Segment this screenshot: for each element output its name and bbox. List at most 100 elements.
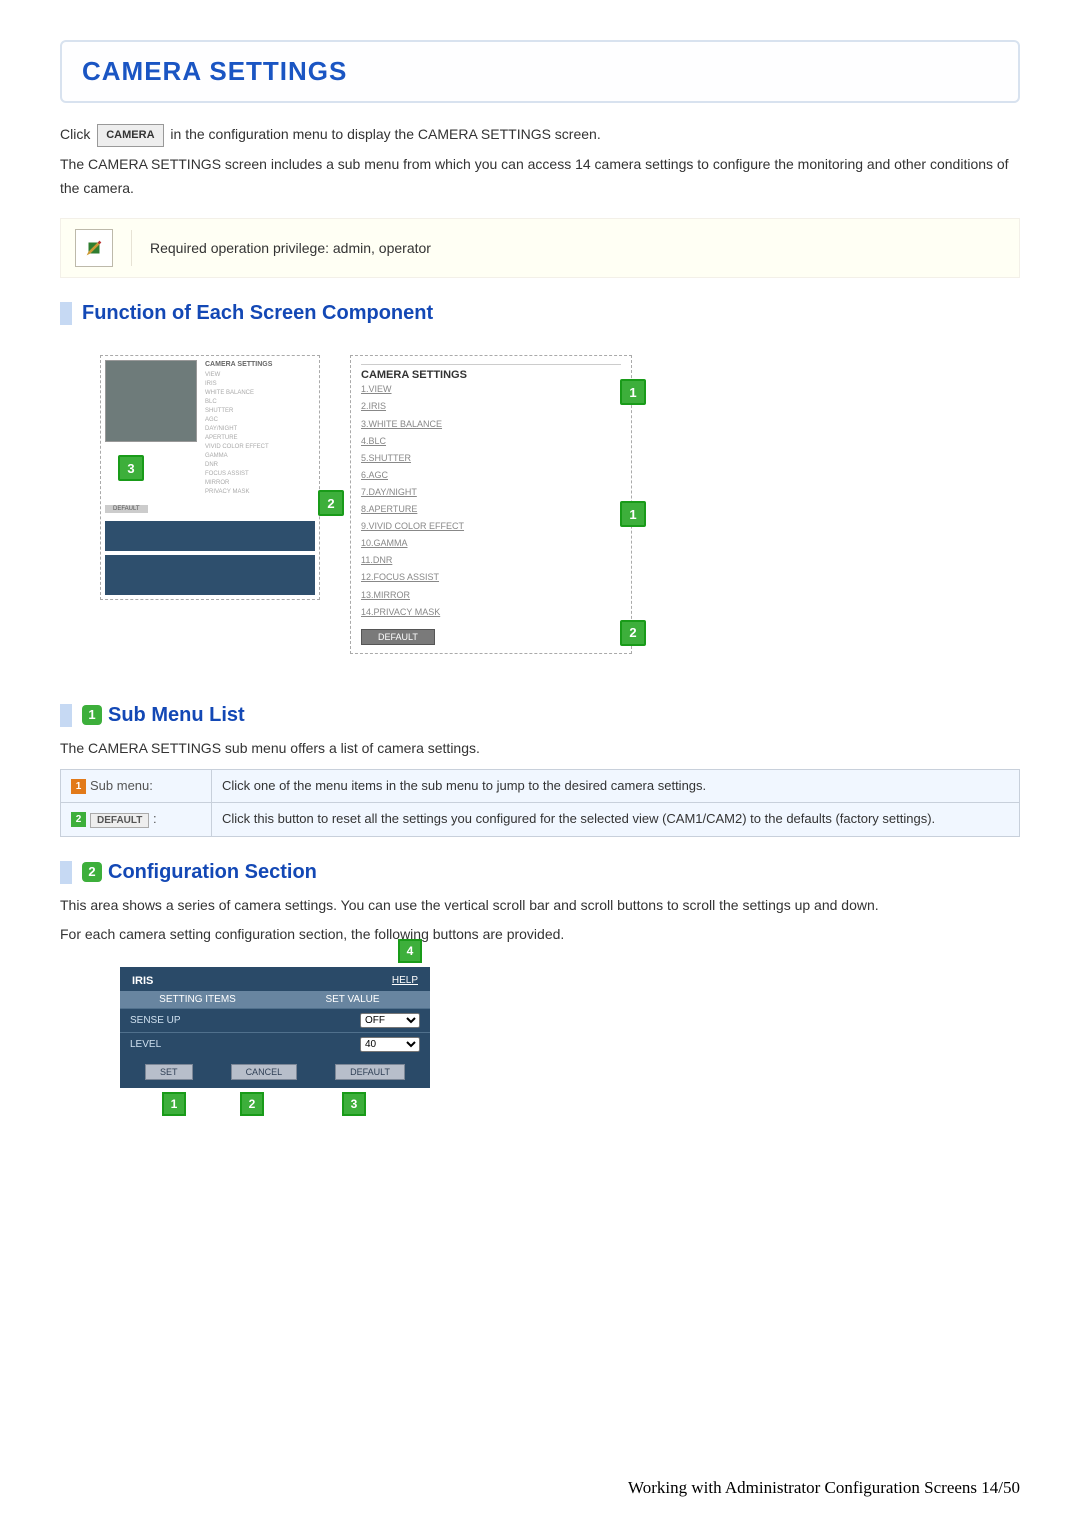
mock-left-item: MIRROR xyxy=(205,480,229,486)
mock-left-item: DNR xyxy=(205,462,218,468)
iris-level-select[interactable]: 40 xyxy=(360,1037,420,1052)
mock-list-item[interactable]: 4.BLC xyxy=(361,433,621,450)
iris-buttons-row: SET CANCEL DEFAULT xyxy=(120,1056,430,1088)
section-config-heading: 2 Configuration Section xyxy=(82,861,1020,884)
iris-col-set-value: SET VALUE xyxy=(275,991,430,1008)
intro-click-suffix: in the configuration menu to display the… xyxy=(170,126,600,142)
mock-submenu-list: CAMERA SETTINGS 1.VIEW 2.IRIS 3.WHITE BA… xyxy=(350,355,632,653)
callout-3: 3 xyxy=(118,455,144,481)
iris-help-link[interactable]: HELP xyxy=(392,975,418,987)
iris-row-senseup: SENSE UP OFF xyxy=(120,1008,430,1032)
section-function-heading: Function of Each Screen Component xyxy=(82,302,1020,325)
submenu-row1-label: Sub menu: xyxy=(90,778,153,793)
mock-left-item: AGC xyxy=(205,417,218,423)
note-icon xyxy=(75,229,113,267)
mock-list-item[interactable]: 10.GAMMA xyxy=(361,535,621,552)
mock-list-item[interactable]: 11.DNR xyxy=(361,552,621,569)
mock-left-default-button[interactable]: DEFAULT xyxy=(105,505,148,513)
intro-click-prefix: Click xyxy=(60,126,90,142)
submenu-row2-text: Click this button to reset all the setti… xyxy=(212,802,1020,836)
mock-list-item[interactable]: 5.SHUTTER xyxy=(361,450,621,467)
row-mini-num-1: 1 xyxy=(71,779,86,794)
mock-left-item: VIEW xyxy=(205,372,220,378)
intro-line-2: The CAMERA SETTINGS screen includes a su… xyxy=(60,153,1020,201)
mock-list-item[interactable]: 14.PRIVACY MASK xyxy=(361,604,621,621)
config-badge: 2 xyxy=(82,862,102,882)
iris-col-setting-items: SETTING ITEMS xyxy=(120,991,275,1008)
page-title-box: CAMERA SETTINGS xyxy=(60,40,1020,103)
mock-left-menu-title: CAMERA SETTINGS xyxy=(205,360,315,371)
camera-button-inline[interactable]: CAMERA xyxy=(97,124,163,147)
submenu-desc: The CAMERA SETTINGS sub menu offers a li… xyxy=(60,737,1020,761)
mock-list-item[interactable]: 6.AGC xyxy=(361,467,621,484)
iris-callout-4: 4 xyxy=(398,939,422,963)
mock-left-item: APERTURE xyxy=(205,435,238,441)
mock-list-item[interactable]: 9.VIVID COLOR EFFECT xyxy=(361,518,621,535)
mock-left-item: BLC xyxy=(205,399,217,405)
section-submenu-heading: 1 Sub Menu List xyxy=(82,704,1020,727)
note-box: Required operation privilege: admin, ope… xyxy=(60,218,1020,278)
diagram-left: CAMERA SETTINGS VIEW IRIS WHITE BALANCE … xyxy=(100,355,320,653)
iris-cancel-button[interactable]: CANCEL xyxy=(231,1064,298,1080)
submenu-row2-colon: : xyxy=(153,811,157,826)
iris-head: IRIS HELP xyxy=(120,967,430,991)
mock-left-item: WHITE BALANCE xyxy=(205,390,254,396)
section-config-heading-bar: 2 Configuration Section xyxy=(60,861,1020,884)
submenu-table: 1 Sub menu: Click one of the menu items i… xyxy=(60,769,1020,837)
mock-list-item[interactable]: 2.IRIS xyxy=(361,398,621,415)
mock-list-item[interactable]: 7.DAY/NIGHT xyxy=(361,484,621,501)
mock-list-item[interactable]: 12.FOCUS ASSIST xyxy=(361,569,621,586)
iris-callout-3: 3 xyxy=(342,1092,366,1116)
mock-camera-preview xyxy=(105,360,197,442)
mock-left-item: VIVID COLOR EFFECT xyxy=(205,444,269,450)
config-desc-2: For each camera setting configuration se… xyxy=(60,923,1020,947)
iris-title: IRIS xyxy=(132,975,153,987)
mock-list-item[interactable]: 8.APERTURE xyxy=(361,501,621,518)
mock-right-default-button[interactable]: DEFAULT xyxy=(361,629,435,645)
submenu-row2-default-btn[interactable]: DEFAULT xyxy=(90,813,149,828)
config-heading-text: Configuration Section xyxy=(108,861,317,883)
iris-callout-2: 2 xyxy=(240,1092,264,1116)
diagram-right: CAMERA SETTINGS 1.VIEW 2.IRIS 3.WHITE BA… xyxy=(350,355,632,653)
mock-list-item[interactable]: 13.MIRROR xyxy=(361,587,621,604)
callout-2b: 2 xyxy=(620,620,646,646)
row-mini-num-2: 2 xyxy=(71,812,86,827)
iris-panel: IRIS HELP SETTING ITEMS SET VALUE SENSE … xyxy=(120,967,430,1088)
iris-senseup-label: SENSE UP xyxy=(130,1015,360,1026)
section-submenu-heading-bar: 1 Sub Menu List xyxy=(60,704,1020,727)
iris-set-button[interactable]: SET xyxy=(145,1064,193,1080)
mock-left-item: PRIVACY MASK xyxy=(205,489,249,495)
mock-config-panel-2 xyxy=(105,555,315,595)
mock-list-item[interactable]: 1.VIEW xyxy=(361,381,621,398)
iris-senseup-select[interactable]: OFF xyxy=(360,1013,420,1028)
section-function-heading-bar: Function of Each Screen Component xyxy=(60,302,1020,325)
submenu-badge: 1 xyxy=(82,705,102,725)
mock-left-menu: CAMERA SETTINGS VIEW IRIS WHITE BALANCE … xyxy=(201,360,315,497)
iris-default-button[interactable]: DEFAULT xyxy=(335,1064,405,1080)
mock-config-panel-1 xyxy=(105,521,315,551)
submenu-row2-label-cell: 2 DEFAULT : xyxy=(61,802,212,836)
page-footer: Working with Administrator Configuration… xyxy=(628,1478,1020,1498)
page-title: CAMERA SETTINGS xyxy=(82,56,998,87)
iris-level-label: LEVEL xyxy=(130,1039,360,1050)
mock-left-item: IRIS xyxy=(205,381,217,387)
mock-left-item: FOCUS ASSIST xyxy=(205,471,249,477)
table-row: 1 Sub menu: Click one of the menu items i… xyxy=(61,769,1020,802)
mock-left-item: SHUTTER xyxy=(205,408,233,414)
submenu-heading-text: Sub Menu List xyxy=(108,704,245,726)
mock-list-item[interactable]: 3.WHITE BALANCE xyxy=(361,416,621,433)
submenu-row1-label-cell: 1 Sub menu: xyxy=(61,769,212,802)
submenu-row1-text: Click one of the menu items in the sub m… xyxy=(212,769,1020,802)
iris-panel-wrap: 4 IRIS HELP SETTING ITEMS SET VALUE SENS… xyxy=(120,967,430,1088)
intro-line-1: Click CAMERA in the configuration menu t… xyxy=(60,123,1020,147)
callout-2: 2 xyxy=(318,490,344,516)
note-text: Required operation privilege: admin, ope… xyxy=(150,240,431,256)
diagram-area: CAMERA SETTINGS VIEW IRIS WHITE BALANCE … xyxy=(60,335,1020,673)
mock-left-item: DAY/NIGHT xyxy=(205,426,237,432)
pencil-icon xyxy=(83,237,105,259)
note-separator xyxy=(131,230,132,266)
mock-submenu-title: CAMERA SETTINGS xyxy=(361,364,621,381)
iris-row-level: LEVEL 40 xyxy=(120,1032,430,1056)
table-row: 2 DEFAULT : Click this button to reset al… xyxy=(61,802,1020,836)
callout-1b: 1 xyxy=(620,501,646,527)
